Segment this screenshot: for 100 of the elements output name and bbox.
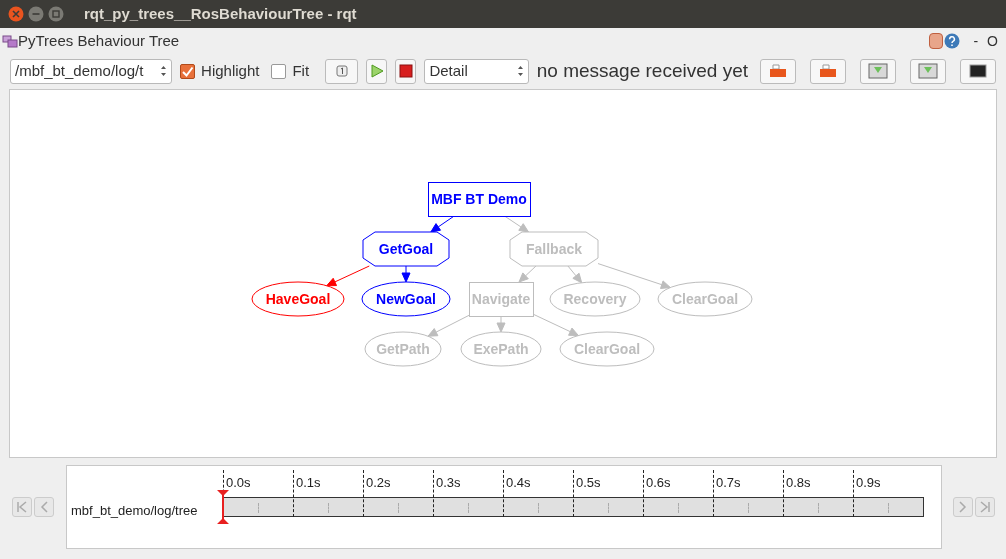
edge-arrow <box>567 265 583 284</box>
edge-arrow <box>401 265 411 283</box>
node-label: Recovery <box>563 291 627 307</box>
tick-line <box>888 503 889 513</box>
node-label: MBF BT Demo <box>431 191 527 207</box>
previous-button[interactable] <box>34 497 54 517</box>
tree-node[interactable] <box>251 281 345 317</box>
tree-node[interactable] <box>469 282 534 317</box>
tick-line <box>468 503 469 513</box>
node-label: ExePath <box>473 341 529 357</box>
tick-label: 0.3s <box>436 474 461 492</box>
plugin-icon <box>2 34 18 48</box>
tree-node[interactable] <box>657 281 753 317</box>
node-label: NewGoal <box>376 291 436 307</box>
tick-line <box>853 470 854 517</box>
open-button[interactable] <box>760 58 796 84</box>
one-to-one-button[interactable] <box>325 58 358 84</box>
tick-label: 0.6s <box>646 474 671 492</box>
chevron-right-icon <box>959 501 967 513</box>
tick-line <box>713 470 714 517</box>
tick-label: 0.9s <box>856 474 881 492</box>
tick-line <box>783 470 784 517</box>
highlight-checkbox[interactable] <box>180 63 196 79</box>
folder-icon <box>819 64 837 78</box>
tick-label: 0.5s <box>576 474 601 492</box>
edge-arrow <box>504 215 529 233</box>
tick-line <box>293 470 294 517</box>
dock-icon[interactable] <box>929 33 944 49</box>
node-label: GetGoal <box>378 241 434 257</box>
fit-label: Fit <box>292 60 310 81</box>
maximize-icon[interactable] <box>48 6 64 22</box>
spin-arrows-icon <box>160 65 168 77</box>
folder-icon <box>769 64 787 78</box>
help-icon[interactable] <box>944 33 961 49</box>
detail-combo[interactable]: Detail <box>424 58 529 84</box>
node-label: HaveGoal <box>265 291 331 307</box>
edge-arrow <box>532 313 579 336</box>
status-message: no message received yet <box>536 58 748 83</box>
tree-node[interactable] <box>361 281 451 317</box>
stop-button[interactable] <box>395 58 417 84</box>
node-label: Fallback <box>526 241 582 257</box>
tree-node[interactable] <box>460 331 542 367</box>
edge-arrow <box>496 315 506 333</box>
playhead-marker[interactable] <box>217 490 229 524</box>
tick-label: 0.4s <box>506 474 531 492</box>
download-icon <box>868 63 888 79</box>
tick-label: 0.0s <box>226 474 251 492</box>
one-to-one-icon <box>335 65 348 77</box>
tick-line <box>328 503 329 513</box>
tick-line <box>818 503 819 513</box>
edge-arrow <box>518 265 537 283</box>
first-button[interactable] <box>12 497 32 517</box>
tree-node[interactable] <box>364 331 442 367</box>
tick-line <box>643 470 644 517</box>
topic-combo[interactable]: /mbf_bt_demo/log/t <box>10 58 173 84</box>
spin-arrows-icon <box>516 65 524 77</box>
window-title: rqt_py_trees__RosBehaviourTree - rqt <box>84 3 357 24</box>
tree-node[interactable] <box>428 182 531 217</box>
minimize-icon[interactable] <box>28 6 44 22</box>
node-label: ClearGoal <box>671 291 739 307</box>
tick-label: 0.7s <box>716 474 741 492</box>
download-icon <box>918 63 938 79</box>
screenshot-button[interactable] <box>960 58 996 84</box>
tick-line <box>678 503 679 513</box>
tree-node[interactable] <box>549 281 641 317</box>
tree-node[interactable] <box>559 331 655 367</box>
plugin-title: PyTrees Behaviour Tree <box>18 30 180 51</box>
skip-end-icon <box>980 501 990 513</box>
tick-label: 0.2s <box>366 474 391 492</box>
screen-icon <box>969 64 987 78</box>
node-label: Navigate <box>471 291 531 307</box>
tick-line <box>363 470 364 517</box>
tick-line <box>608 503 609 513</box>
tree-node[interactable] <box>509 231 599 267</box>
tick-line <box>538 503 539 513</box>
minimize-plugin-button[interactable]: - <box>973 30 979 52</box>
save-button[interactable] <box>910 58 946 84</box>
tick-label: 0.8s <box>786 474 811 492</box>
highlight-label: Highlight <box>201 60 260 81</box>
tick-line <box>573 470 574 517</box>
next-button[interactable] <box>953 497 973 517</box>
node-label: GetPath <box>376 341 430 357</box>
open-button[interactable] <box>810 58 846 84</box>
edge-arrow <box>427 314 470 337</box>
stop-icon <box>398 64 413 78</box>
tick-line <box>433 470 434 517</box>
edge-arrow <box>326 265 370 287</box>
node-label: ClearGoal <box>573 341 641 357</box>
fit-checkbox[interactable] <box>271 63 287 79</box>
tick-line <box>503 470 504 517</box>
close-icon[interactable] <box>8 6 24 22</box>
timeline-topic-label: mbf_bt_demo/log/tree <box>71 502 198 520</box>
timeline-track[interactable] <box>222 497 924 517</box>
save-button[interactable] <box>860 58 896 84</box>
tick-label: 0.1s <box>296 474 321 492</box>
play-button[interactable] <box>365 58 388 84</box>
skip-start-icon <box>17 501 27 513</box>
undock-plugin-button[interactable]: O <box>987 30 998 52</box>
tree-node[interactable] <box>362 231 450 267</box>
last-button[interactable] <box>975 497 995 517</box>
